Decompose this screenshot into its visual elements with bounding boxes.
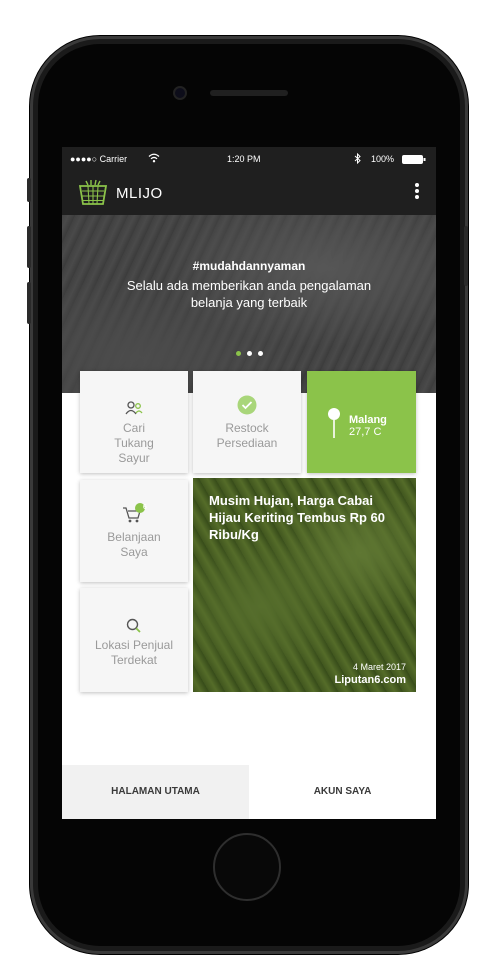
home-button[interactable]	[213, 833, 281, 901]
basket-icon	[78, 179, 108, 205]
battery-percent: 100%	[371, 154, 395, 164]
kebab-menu-icon[interactable]	[412, 181, 422, 205]
app-title: MLIJO	[116, 185, 163, 202]
carousel-dots[interactable]	[62, 343, 436, 361]
tab-halaman-utama[interactable]: HALAMAN UTAMA	[62, 765, 249, 819]
lokasi-label: Lokasi Penjual Terdekat	[94, 638, 174, 667]
news-card[interactable]: Musim Hujan, Harga Cabai Hijau Keriting …	[193, 478, 416, 692]
weather-tile[interactable]: Malang 27,7 C	[307, 371, 416, 473]
cari-tukang-tile[interactable]: Cari Tukang Sayur	[80, 371, 188, 473]
belanjaan-label: Belanjaan Saya	[107, 530, 161, 559]
restock-label: Restock Persediaan	[216, 421, 278, 450]
bottom-navigation: HALAMAN UTAMA AKUN SAYA	[62, 765, 436, 819]
mute-switch	[27, 178, 31, 202]
carousel-dot-3[interactable]	[257, 351, 263, 356]
users-icon	[125, 401, 143, 415]
status-bar: ●●●●○ Carrier 1:20 PM 100%	[62, 147, 436, 171]
belanjaan-tile[interactable]: 6 Belanjaan Saya	[80, 480, 188, 582]
hero-subtitle: Selalu ada memberikan anda pengalaman be…	[126, 278, 372, 310]
app-bar: MLIJO	[62, 171, 436, 215]
earpiece-speaker	[210, 90, 288, 96]
app-screen: ●●●●○ Carrier 1:20 PM 100% MLIJO #mudahd…	[62, 147, 436, 819]
tab-akun-saya[interactable]: AKUN SAYA	[249, 765, 436, 819]
news-source[interactable]: Liputan6.com	[334, 674, 406, 686]
cart-badge: 6	[143, 504, 147, 511]
restock-tile[interactable]: Restock Persediaan	[193, 371, 301, 473]
location-pin-icon	[328, 408, 340, 438]
check-circle-icon	[237, 395, 257, 415]
hero-hashtag: #mudahdannyaman	[192, 259, 306, 273]
battery-icon	[402, 155, 426, 164]
carousel-dot-2[interactable]	[246, 351, 252, 356]
front-camera	[173, 86, 187, 100]
wifi-icon	[148, 153, 160, 163]
clock: 1:20 PM	[227, 154, 261, 164]
volume-up-button	[27, 226, 31, 268]
cari-tukang-label: Cari Tukang Sayur	[114, 421, 154, 465]
search-icon	[126, 618, 141, 633]
carrier-label: ●●●●○ Carrier	[70, 154, 128, 164]
news-date: 4 Maret 2017	[352, 662, 406, 672]
lokasi-tile[interactable]: Lokasi Penjual Terdekat	[80, 588, 188, 692]
bluetooth-icon	[354, 153, 361, 164]
hero-banner[interactable]: #mudahdannyaman Selalu ada memberikan an…	[62, 215, 436, 393]
weather-temperature: 27,7 C	[349, 426, 382, 438]
carousel-dot-1[interactable]	[235, 351, 241, 356]
volume-down-button	[27, 282, 31, 324]
power-button	[464, 226, 468, 286]
news-title: Musim Hujan, Harga Cabai Hijau Keriting …	[209, 493, 386, 542]
